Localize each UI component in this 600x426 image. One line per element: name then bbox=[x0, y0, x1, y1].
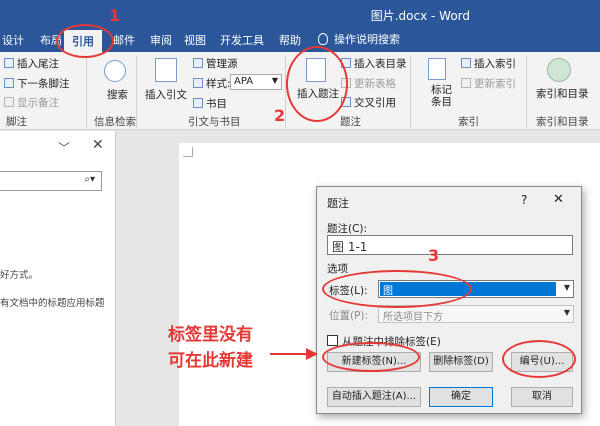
show-notes-icon bbox=[4, 97, 14, 107]
nav-hint-text: 好方式。 bbox=[0, 270, 39, 281]
autocaption-button[interactable]: 自动插入题注(A)... bbox=[327, 387, 421, 407]
mark-entry-icon bbox=[428, 58, 446, 80]
style-label: 样式: bbox=[193, 76, 231, 91]
cross-reference-button[interactable]: 交叉引用 bbox=[341, 95, 396, 110]
update-index-button[interactable]: 更新索引 bbox=[461, 76, 516, 91]
tab-developer[interactable]: 开发工具 bbox=[220, 32, 264, 48]
annotation-circle-insert-caption bbox=[286, 46, 348, 122]
caption-label: 题注(C): bbox=[327, 223, 368, 235]
delete-label-button[interactable]: 删除标签(D) bbox=[429, 352, 493, 372]
annotation-note-line: 可在此新建 bbox=[168, 351, 253, 371]
tab-help[interactable]: 帮助 bbox=[279, 32, 301, 48]
nav-search-input[interactable]: ⌕▾ bbox=[0, 171, 102, 191]
bibliography-icon bbox=[193, 98, 203, 108]
insert-table-of-figures-button[interactable]: 插入表目录 bbox=[341, 56, 407, 71]
annotation-circle-label-field bbox=[322, 270, 472, 308]
cancel-button[interactable]: 取消 bbox=[511, 387, 573, 407]
chevron-down-icon: ▼ bbox=[271, 76, 278, 85]
insert-index-button[interactable]: 插入索引 bbox=[461, 56, 516, 71]
annotation-circle-new-label bbox=[322, 342, 420, 372]
ok-button[interactable]: 确定 bbox=[429, 387, 493, 407]
help-icon[interactable]: ? bbox=[521, 193, 527, 207]
separator bbox=[86, 56, 87, 128]
insert-citation-icon bbox=[155, 58, 177, 82]
table-of-authorities-icon bbox=[547, 58, 571, 82]
bibliography-button[interactable]: 书目 bbox=[193, 96, 227, 111]
chevron-down-icon: ▼ bbox=[563, 308, 570, 317]
style-icon bbox=[193, 78, 203, 88]
update-index-icon bbox=[461, 78, 471, 88]
tab-view[interactable]: 视图 bbox=[184, 32, 206, 48]
separator bbox=[526, 56, 527, 128]
lightbulb-icon bbox=[318, 33, 328, 45]
annotation-step-number: 1 bbox=[109, 6, 121, 25]
position-label: 位置(P): bbox=[329, 310, 369, 322]
endnote-icon bbox=[4, 58, 14, 68]
group-label-index: 索引 bbox=[458, 116, 479, 128]
manage-sources-icon bbox=[193, 58, 203, 68]
window-title: 图片.docx - Word bbox=[370, 9, 470, 23]
tell-me-label: 操作说明搜索 bbox=[334, 33, 400, 46]
mark-entry-button[interactable]: 标记条目 bbox=[431, 84, 455, 108]
annotation-step-number: 2 bbox=[274, 106, 286, 125]
annotation-step-number: 3 bbox=[428, 246, 440, 265]
close-icon[interactable]: ✕ bbox=[553, 192, 564, 207]
page-corner-mark bbox=[183, 147, 193, 157]
toa-button[interactable]: 索引和目录 bbox=[536, 86, 589, 101]
group-label-citations: 引文与书目 bbox=[188, 116, 241, 128]
search-icon[interactable]: ⌕▾ bbox=[84, 174, 95, 185]
search-button[interactable]: 搜索 bbox=[107, 87, 128, 102]
tell-me-search[interactable]: 操作说明搜索 bbox=[318, 31, 400, 47]
separator bbox=[136, 56, 137, 128]
close-icon[interactable]: ✕ bbox=[92, 137, 104, 153]
style-select[interactable]: APA ▼ bbox=[230, 74, 282, 90]
show-notes-button[interactable]: 显示备注 bbox=[4, 95, 59, 110]
annotation-arrow-icon bbox=[270, 348, 318, 360]
group-label-toa: 索引和目录 bbox=[536, 116, 589, 128]
nav-hint-text: 有文档中的标题应用标题 bbox=[0, 298, 105, 309]
separator bbox=[410, 56, 411, 128]
manage-sources-button[interactable]: 管理源 bbox=[193, 56, 238, 71]
navigation-pane: ﹀ ✕ ⌕▾ 好方式。 有文档中的标题应用标题 bbox=[0, 131, 116, 426]
options-label: 选项 bbox=[327, 263, 348, 275]
group-label-captions: 题注 bbox=[340, 116, 361, 128]
next-footnote-icon bbox=[4, 78, 14, 88]
group-label-research: 信息检索 bbox=[94, 116, 136, 128]
annotation-note: 标签里没有 可在此新建 bbox=[168, 322, 253, 374]
info-search-icon bbox=[104, 60, 126, 82]
chevron-down-icon: ▼ bbox=[563, 283, 570, 292]
tab-review[interactable]: 审阅 bbox=[150, 32, 172, 48]
exclude-label-checkbox[interactable] bbox=[327, 335, 338, 346]
tab-design[interactable]: 设计 bbox=[2, 32, 24, 48]
annotation-circle-references-tab bbox=[56, 24, 114, 58]
annotation-note-line: 标签里没有 bbox=[168, 325, 253, 345]
update-table-button[interactable]: 更新表格 bbox=[341, 76, 396, 91]
dialog-title: 题注 bbox=[327, 197, 349, 210]
chevron-down-icon[interactable]: ﹀ bbox=[58, 139, 70, 156]
annotation-circle-numbering bbox=[502, 340, 576, 378]
caption-field[interactable]: 图 1-1 bbox=[327, 235, 573, 255]
insert-endnote-button[interactable]: 插入尾注 bbox=[4, 56, 59, 71]
group-label-footnotes: 脚注 bbox=[6, 116, 27, 128]
tab-mailings[interactable]: 邮件 bbox=[113, 32, 135, 48]
insert-index-icon bbox=[461, 58, 471, 68]
insert-citation-button[interactable]: 插入引文 bbox=[145, 87, 187, 102]
next-footnote-button[interactable]: 下一条脚注 bbox=[4, 76, 70, 91]
